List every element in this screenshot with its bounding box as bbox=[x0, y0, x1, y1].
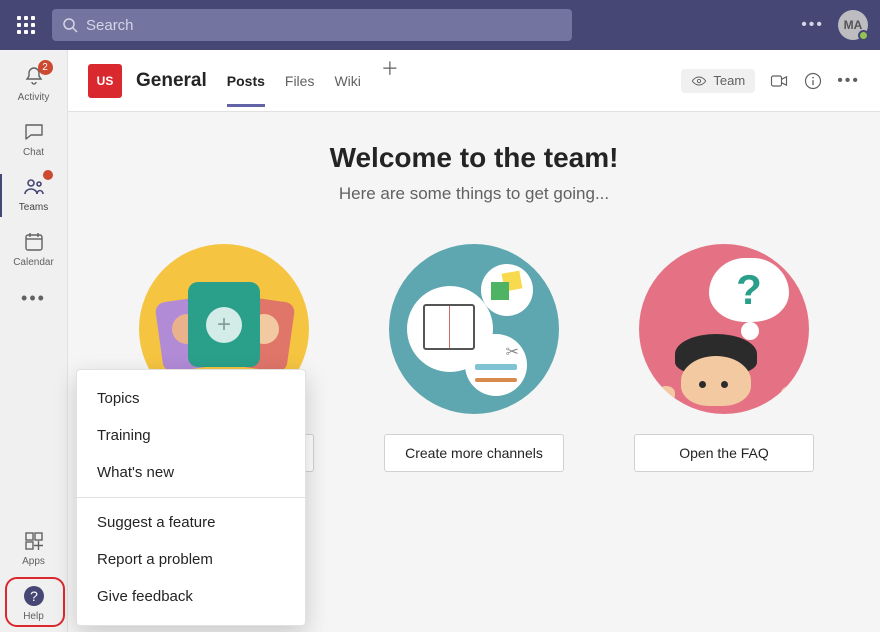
titlebar-more-button[interactable]: ••• bbox=[801, 16, 824, 34]
tab-files[interactable]: Files bbox=[285, 55, 315, 107]
rail-item-activity[interactable]: 2 Activity bbox=[0, 58, 68, 113]
rail-label: Chat bbox=[23, 147, 44, 158]
channel-header: US General Posts Files Wiki ＋ Team ••• bbox=[68, 50, 880, 112]
rail-label: Teams bbox=[19, 202, 48, 213]
card-button-open-faq[interactable]: Open the FAQ bbox=[634, 434, 814, 472]
welcome-subtitle: Here are some things to get going... bbox=[88, 184, 860, 204]
rail-item-calendar[interactable]: Calendar bbox=[0, 223, 68, 278]
help-menu-whatsnew[interactable]: What's new bbox=[77, 454, 305, 491]
tab-posts[interactable]: Posts bbox=[227, 55, 265, 107]
calendar-icon bbox=[21, 229, 47, 255]
teams-badge bbox=[43, 170, 53, 180]
app-rail: 2 Activity Chat Teams Calendar ••• Apps … bbox=[0, 50, 68, 632]
rail-item-help[interactable]: ? Help bbox=[0, 577, 68, 632]
team-visibility-button[interactable]: Team bbox=[681, 69, 755, 93]
card-create-channels: ✂ Create more channels bbox=[384, 244, 564, 472]
apps-icon bbox=[21, 528, 47, 554]
help-menu-topics[interactable]: Topics bbox=[77, 380, 305, 417]
menu-separator bbox=[77, 497, 305, 498]
rail-label: Activity bbox=[18, 92, 50, 103]
welcome-title: Welcome to the team! bbox=[88, 142, 860, 174]
faq-illustration: ? bbox=[639, 244, 809, 414]
rail-label: Apps bbox=[22, 556, 45, 567]
help-menu-training[interactable]: Training bbox=[77, 417, 305, 454]
rail-item-teams[interactable]: Teams bbox=[0, 168, 68, 223]
help-menu-report[interactable]: Report a problem bbox=[77, 541, 305, 578]
teams-icon bbox=[21, 174, 47, 200]
rail-label: Help bbox=[23, 611, 44, 622]
svg-text:?: ? bbox=[30, 588, 38, 604]
team-avatar[interactable]: US bbox=[88, 64, 122, 98]
channel-more-button[interactable]: ••• bbox=[837, 72, 860, 90]
channel-tabs: Posts Files Wiki ＋ bbox=[227, 55, 399, 107]
card-button-create-channels[interactable]: Create more channels bbox=[384, 434, 564, 472]
rail-item-apps[interactable]: Apps bbox=[0, 522, 68, 577]
meet-icon[interactable] bbox=[769, 71, 789, 91]
rail-item-chat[interactable]: Chat bbox=[0, 113, 68, 168]
title-bar: ••• MA bbox=[0, 0, 880, 50]
add-tab-button[interactable]: ＋ bbox=[381, 55, 399, 107]
chat-icon bbox=[21, 119, 47, 145]
app-launcher-button[interactable] bbox=[12, 11, 40, 39]
tab-wiki[interactable]: Wiki bbox=[334, 55, 360, 107]
info-icon[interactable] bbox=[803, 71, 823, 91]
search-box[interactable] bbox=[52, 9, 572, 41]
help-icon: ? bbox=[21, 583, 47, 609]
rail-more-button[interactable]: ••• bbox=[21, 280, 46, 317]
eye-icon bbox=[691, 73, 707, 89]
rail-label: Calendar bbox=[13, 257, 54, 268]
bell-icon: 2 bbox=[21, 64, 47, 90]
profile-avatar[interactable]: MA bbox=[838, 10, 868, 40]
search-input[interactable] bbox=[86, 17, 562, 34]
presence-indicator bbox=[858, 30, 869, 41]
channel-name: General bbox=[136, 70, 207, 92]
help-menu: Topics Training What's new Suggest a fea… bbox=[76, 369, 306, 626]
waffle-icon bbox=[17, 16, 35, 34]
help-menu-suggest[interactable]: Suggest a feature bbox=[77, 504, 305, 541]
search-icon bbox=[62, 17, 78, 33]
help-menu-feedback[interactable]: Give feedback bbox=[77, 578, 305, 615]
channels-illustration: ✂ bbox=[389, 244, 559, 414]
activity-badge: 2 bbox=[38, 60, 53, 75]
card-open-faq: ? Open the FAQ bbox=[634, 244, 814, 472]
